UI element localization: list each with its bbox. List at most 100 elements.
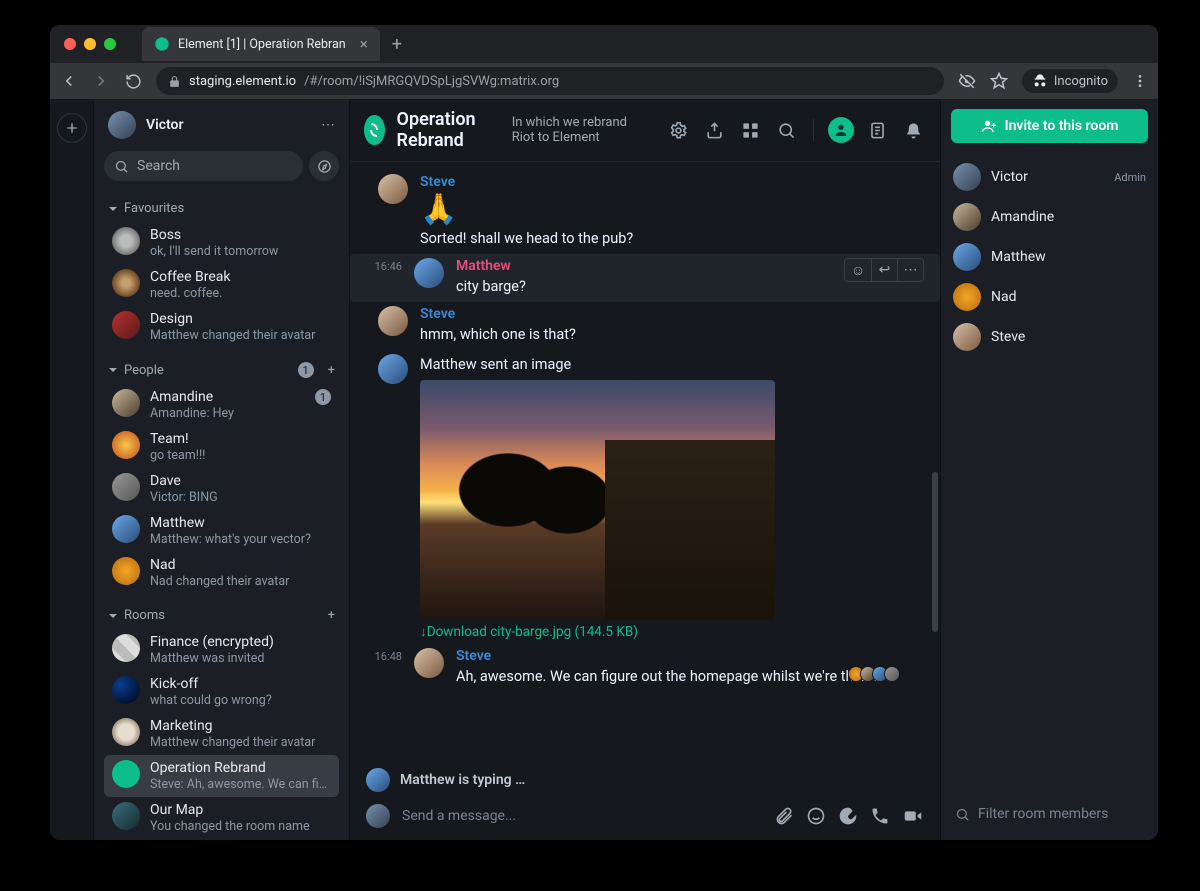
- room-tile[interactable]: Our Map You changed the room name: [104, 797, 339, 839]
- upload-icon[interactable]: [701, 117, 727, 143]
- rooms-header[interactable]: Rooms +: [104, 602, 339, 629]
- close-tab-icon[interactable]: ×: [360, 35, 368, 53]
- room-subtitle: go team!!!: [150, 448, 331, 463]
- room-avatar: [112, 389, 140, 417]
- member-row[interactable]: Matthew: [951, 237, 1148, 277]
- room-title: Marketing: [150, 718, 331, 735]
- voice-call-icon[interactable]: [870, 806, 890, 826]
- incognito-badge[interactable]: Incognito: [1022, 69, 1118, 93]
- files-icon[interactable]: [864, 117, 890, 143]
- room-subtitle: Victor: BING: [150, 490, 331, 505]
- member-row[interactable]: Nad: [951, 277, 1148, 317]
- room-tile[interactable]: Kick-off what could go wrong?: [104, 671, 339, 713]
- member-name: Matthew: [991, 249, 1046, 265]
- room-subtitle: Amandine: Hey: [150, 406, 305, 421]
- filter-members-input[interactable]: Filter room members: [951, 798, 1148, 830]
- message-avatar[interactable]: [378, 174, 408, 204]
- room-topic: In which we rebrand Riot to Element: [512, 115, 653, 145]
- explore-button[interactable]: [309, 151, 339, 181]
- video-call-icon[interactable]: [902, 805, 924, 827]
- room-tile[interactable]: Coffee Break need. coffee.: [104, 264, 339, 306]
- member-avatar: [953, 323, 981, 351]
- room-tile[interactable]: Design Matthew changed their avatar: [104, 306, 339, 348]
- room-avatar[interactable]: [364, 115, 385, 145]
- room-tile[interactable]: Amandine Amandine: Hey 1: [104, 384, 339, 426]
- message-text: Sorted! shall we head to the pub?: [420, 228, 924, 250]
- message-image[interactable]: [420, 380, 775, 620]
- read-receipts[interactable]: [852, 666, 900, 682]
- people-section: People 1 + Amandine Amandine: Hey 1 Team…: [94, 350, 349, 596]
- message-avatar[interactable]: [378, 354, 408, 384]
- member-avatar: [953, 203, 981, 231]
- room-tile[interactable]: Nad Nad changed their avatar: [104, 552, 339, 594]
- user-header[interactable]: Victor ⋯: [94, 99, 349, 151]
- room-tile[interactable]: Operation Rebrand Steve: Ah, awesome. We…: [104, 755, 339, 797]
- filter-placeholder: Filter room members: [978, 806, 1108, 822]
- member-row[interactable]: Victor Admin: [951, 157, 1148, 197]
- browser-titlebar: Element [1] | Operation Rebran × +: [50, 25, 1158, 63]
- maximize-window[interactable]: [104, 38, 116, 50]
- chevron-down-icon: [108, 611, 118, 621]
- composer-input[interactable]: Send a message...: [402, 808, 762, 824]
- room-tile[interactable]: Team! go team!!!: [104, 426, 339, 468]
- message-avatar[interactable]: [414, 648, 444, 678]
- nav-forward-icon[interactable]: [92, 72, 110, 90]
- message[interactable]: 16:48 SteveAh, awesome. We can figure ou…: [350, 644, 940, 692]
- room-tile[interactable]: Boss ok, I'll send it tomorrow: [104, 222, 339, 264]
- new-tab-button[interactable]: +: [392, 34, 402, 55]
- close-window[interactable]: [64, 38, 76, 50]
- download-link[interactable]: ↓Download city-barge.jpg (144.5 KB): [420, 624, 924, 640]
- sticker-icon[interactable]: [838, 806, 858, 826]
- show-more-button[interactable]: Show 2 more: [104, 839, 339, 840]
- message[interactable]: Stevehmm, which one is that?: [350, 302, 940, 350]
- message[interactable]: Matthew sent an image ↓Download city-bar…: [350, 350, 940, 644]
- rooms-label: Rooms: [124, 608, 165, 623]
- add-room-button[interactable]: +: [328, 608, 335, 623]
- message-timestamp: 16:46: [366, 258, 402, 273]
- attachment-icon[interactable]: [774, 806, 794, 826]
- room-tile[interactable]: Matthew Matthew: what's your vector?: [104, 510, 339, 552]
- room-avatar: [112, 634, 140, 662]
- reply-icon[interactable]: ↩: [871, 259, 897, 281]
- add-space-button[interactable]: [57, 113, 87, 143]
- room-subtitle: ok, I'll send it tomorrow: [150, 244, 331, 259]
- timeline[interactable]: Steve🙏Sorted! shall we head to the pub?1…: [350, 162, 940, 762]
- traffic-lights[interactable]: [64, 38, 116, 50]
- message-event: Matthew sent an image: [420, 354, 924, 376]
- room-tile[interactable]: Dave Victor: BING: [104, 468, 339, 510]
- member-row[interactable]: Amandine: [951, 197, 1148, 237]
- scrollbar[interactable]: [932, 472, 938, 632]
- minimize-window[interactable]: [84, 38, 96, 50]
- members-icon[interactable]: [828, 117, 854, 143]
- options-icon[interactable]: ⋯: [897, 259, 923, 281]
- search-input[interactable]: Search: [104, 151, 303, 181]
- browser-tab[interactable]: Element [1] | Operation Rebran ×: [142, 27, 380, 61]
- room-title: Dave: [150, 473, 331, 490]
- room-title: Our Map: [150, 802, 331, 819]
- star-icon[interactable]: [990, 72, 1008, 90]
- apps-icon[interactable]: [737, 117, 763, 143]
- browser-menu-icon[interactable]: [1132, 73, 1148, 89]
- message-avatar[interactable]: [378, 306, 408, 336]
- add-people-button[interactable]: +: [328, 363, 335, 378]
- react-icon[interactable]: ☺: [845, 259, 871, 281]
- people-header[interactable]: People 1 +: [104, 356, 339, 384]
- emoji-icon[interactable]: [806, 806, 826, 826]
- invite-button[interactable]: Invite to this room: [951, 109, 1148, 143]
- notifications-icon[interactable]: [900, 117, 926, 143]
- eye-off-icon[interactable]: [958, 72, 976, 90]
- address-bar[interactable]: staging.element.io/#/room/!iSjMRGQVDSpLj…: [156, 67, 944, 95]
- user-menu-icon[interactable]: ⋯: [321, 117, 335, 133]
- message[interactable]: 16:46 Matthewcity barge?☺↩⋯: [350, 254, 940, 302]
- member-row[interactable]: Steve: [951, 317, 1148, 357]
- settings-icon[interactable]: [665, 117, 691, 143]
- favourites-header[interactable]: Favourites: [104, 195, 339, 222]
- message-avatar[interactable]: [414, 258, 444, 288]
- room-subtitle: Matthew changed their avatar: [150, 735, 331, 750]
- message[interactable]: Steve🙏Sorted! shall we head to the pub?: [350, 170, 940, 254]
- search-room-icon[interactable]: [773, 117, 799, 143]
- nav-reload-icon[interactable]: [124, 72, 142, 90]
- room-tile[interactable]: Finance (encrypted) Matthew was invited: [104, 629, 339, 671]
- nav-back-icon[interactable]: [60, 72, 78, 90]
- room-tile[interactable]: Marketing Matthew changed their avatar: [104, 713, 339, 755]
